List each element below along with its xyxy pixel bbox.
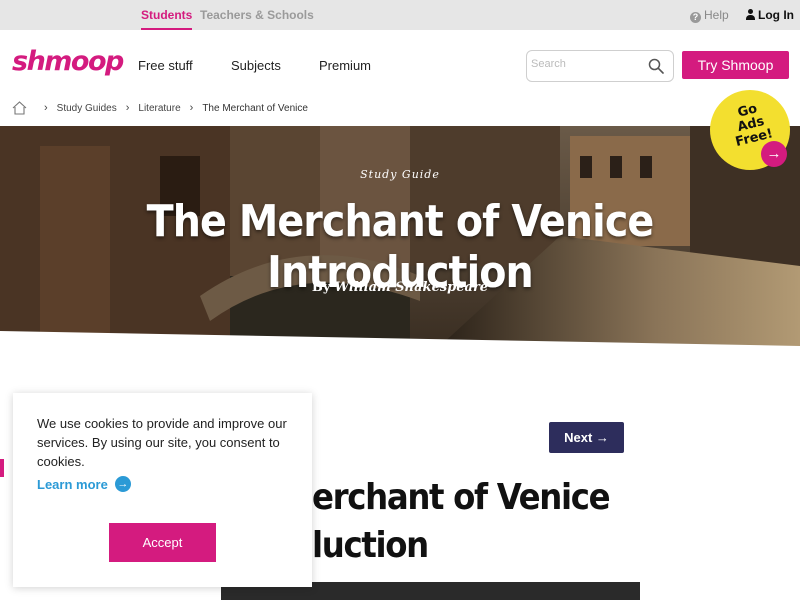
help-label: Help	[704, 8, 729, 22]
hero-banner: Study Guide The Merchant of Venice Intro…	[0, 126, 800, 346]
go-ads-free-badge[interactable]: Go Ads Free! →	[710, 90, 790, 170]
nav-link-premium[interactable]: Premium	[319, 58, 371, 73]
next-button[interactable]: Next →	[549, 422, 624, 453]
login-link[interactable]: Log In	[746, 0, 794, 30]
page-title-line-1: erchant of Venice	[312, 477, 611, 518]
shmoop-logo[interactable]: shmoop	[12, 46, 124, 77]
nav-link-free-stuff[interactable]: Free stuff	[138, 58, 193, 73]
nav-link-subjects[interactable]: Subjects	[231, 58, 281, 73]
byline-prefix: By	[311, 280, 331, 295]
accept-cookies-button[interactable]: Accept	[109, 523, 216, 562]
next-label: Next	[564, 430, 593, 445]
breadcrumb: › Study Guides › Literature › The Mercha…	[12, 100, 308, 116]
page-title: erchant of Venice luction	[312, 474, 618, 570]
page-title-line-2: luction	[312, 525, 429, 566]
hero-kicker: Study Guide	[360, 168, 440, 181]
search-box	[526, 50, 674, 82]
help-link[interactable]: ? Help	[690, 0, 729, 30]
cookie-message: We use cookies to provide and improve ou…	[37, 416, 287, 469]
try-shmoop-button[interactable]: Try Shmoop	[682, 51, 789, 79]
learn-more-link[interactable]: Learn more →	[37, 476, 131, 492]
help-icon: ?	[690, 12, 701, 23]
login-label: Log In	[758, 8, 794, 22]
arrow-right-icon[interactable]: →	[761, 141, 787, 167]
home-icon[interactable]	[12, 101, 27, 115]
chevron-right-icon: ›	[125, 102, 130, 114]
chevron-right-icon: ›	[189, 102, 194, 114]
arrow-right-icon: →	[595, 430, 609, 445]
main-nav: shmoop Free stuff Subjects Premium Try S…	[0, 30, 800, 94]
side-accent-bar	[0, 459, 4, 477]
cookie-consent-banner: We use cookies to provide and improve ou…	[13, 393, 312, 587]
search-input[interactable]	[531, 58, 641, 70]
learn-more-label: Learn more	[37, 476, 108, 492]
audience-tab-students[interactable]: Students	[141, 0, 193, 30]
chevron-right-icon: ›	[44, 102, 48, 114]
arrow-right-icon: →	[114, 476, 131, 492]
author-link[interactable]: William Shakespeare	[334, 280, 488, 295]
breadcrumb-literature[interactable]: Literature	[138, 103, 180, 114]
breadcrumb-current: The Merchant of Venice	[202, 102, 308, 114]
top-utility-bar: Students Teachers & Schools ? Help Log In	[0, 0, 800, 30]
breadcrumb-study-guides[interactable]: Study Guides	[57, 103, 117, 114]
person-icon	[746, 9, 755, 20]
audience-tab-teachers[interactable]: Teachers & Schools	[200, 0, 314, 30]
hero-byline: By William Shakespeare	[0, 280, 800, 295]
search-icon[interactable]	[648, 58, 664, 74]
